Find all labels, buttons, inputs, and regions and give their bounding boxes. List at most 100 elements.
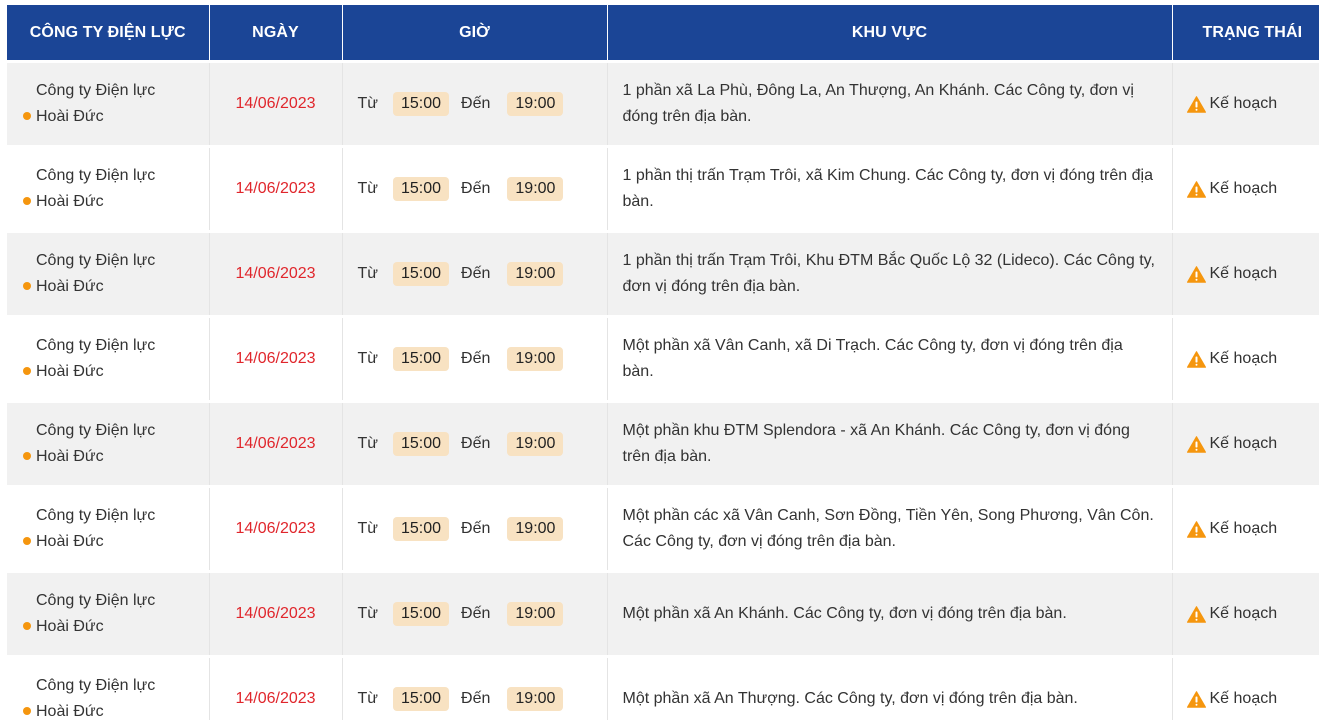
orange-dot-icon [23,707,31,715]
table-header: CÔNG TY ĐIỆN LỰC NGÀY GIỜ KHU VỰC TRẠNG … [7,5,1319,62]
company-name-line2: Hoài Đức [36,193,104,210]
area-cell: 1 phần xã La Phù, Đông La, An Thượng, An… [607,60,1173,147]
company-name-line1: Công ty Điện lực [36,167,156,184]
outage-date: 14/06/2023 [235,180,316,197]
to-label: Đến [461,350,491,367]
orange-dot-icon [23,197,31,205]
date-cell: 14/06/2023 [209,400,343,487]
date-cell: 14/06/2023 [209,485,343,572]
start-time-badge: 15:00 [392,517,450,541]
from-label: Từ [357,520,378,537]
to-label: Đến [461,690,491,707]
warning-triangle-icon [1186,265,1206,283]
orange-dot-icon [23,537,31,545]
start-time-badge: 15:00 [392,432,450,456]
date-cell: 14/06/2023 [209,145,343,232]
status-label: Kế hoạch [1209,690,1278,707]
column-header-status: TRẠNG THÁI [1172,5,1319,62]
start-time-badge: 15:00 [392,92,450,116]
status-cell: Kế hoạch [1172,485,1319,572]
warning-triangle-icon [1186,435,1206,453]
outage-schedule-table: CÔNG TY ĐIỆN LỰC NGÀY GIỜ KHU VỰC TRẠNG … [7,5,1319,720]
table-row: Công ty Điện lực Hoài Đức 14/06/2023 Từ … [7,655,1319,720]
company-name-line1: Công ty Điện lực [36,252,156,269]
status-cell: Kế hoạch [1172,145,1319,232]
to-label: Đến [461,605,491,622]
end-time-badge: 19:00 [507,92,564,116]
company-name-line2: Hoài Đức [36,363,104,380]
start-time-badge: 15:00 [392,177,450,201]
status-cell: Kế hoạch [1172,655,1319,720]
area-description: Một phần các xã Vân Canh, Sơn Đồng, Tiền… [622,507,1154,550]
status-label: Kế hoạch [1209,180,1278,197]
to-label: Đến [461,520,491,537]
time-cell: Từ 15:00 Đến 19:00 [342,315,608,402]
company-name-line2: Hoài Đức [36,278,104,295]
column-header-area: KHU VỰC [607,5,1173,62]
start-time-badge: 15:00 [392,602,450,626]
date-cell: 14/06/2023 [209,230,343,317]
outage-date: 14/06/2023 [235,690,316,707]
to-label: Đến [461,435,491,452]
area-description: Một phần khu ĐTM Splendora - xã An Khánh… [622,422,1130,465]
warning-triangle-icon [1186,350,1206,368]
table-row: Công ty Điện lực Hoài Đức 14/06/2023 Từ … [7,145,1319,232]
time-cell: Từ 15:00 Đến 19:00 [342,400,608,487]
warning-triangle-icon [1186,520,1206,538]
outage-date: 14/06/2023 [235,435,316,452]
time-cell: Từ 15:00 Đến 19:00 [342,570,608,657]
area-description: 1 phần xã La Phù, Đông La, An Thượng, An… [622,82,1134,125]
company-cell: Công ty Điện lực Hoài Đức [7,400,210,487]
table-body: Công ty Điện lực Hoài Đức 14/06/2023 Từ … [7,60,1319,720]
from-label: Từ [357,435,378,452]
area-cell: Một phần xã Vân Canh, xã Di Trạch. Các C… [607,315,1173,402]
outage-date: 14/06/2023 [235,95,316,112]
company-cell: Công ty Điện lực Hoài Đức [7,315,210,402]
warning-triangle-icon [1186,605,1206,623]
company-name-line2: Hoài Đức [36,533,104,550]
from-label: Từ [357,690,378,707]
company-cell: Công ty Điện lực Hoài Đức [7,145,210,232]
time-cell: Từ 15:00 Đến 19:00 [342,145,608,232]
area-cell: Một phần các xã Vân Canh, Sơn Đồng, Tiền… [607,485,1173,572]
outage-date: 14/06/2023 [235,265,316,282]
orange-dot-icon [23,622,31,630]
orange-dot-icon [23,367,31,375]
area-description: Một phần xã An Khánh. Các Công ty, đơn v… [622,605,1067,622]
company-name-line2: Hoài Đức [36,703,104,720]
company-name-line1: Công ty Điện lực [36,677,156,694]
status-cell: Kế hoạch [1172,315,1319,402]
from-label: Từ [357,350,378,367]
company-cell: Công ty Điện lực Hoài Đức [7,570,210,657]
company-name-line1: Công ty Điện lực [36,82,156,99]
start-time-badge: 15:00 [392,687,450,711]
outage-schedule-page: CÔNG TY ĐIỆN LỰC NGÀY GIỜ KHU VỰC TRẠNG … [0,0,1319,720]
company-name-line2: Hoài Đức [36,448,104,465]
orange-dot-icon [23,452,31,460]
company-name-line2: Hoài Đức [36,618,104,635]
to-label: Đến [461,180,491,197]
outage-date: 14/06/2023 [235,350,316,367]
area-description: 1 phần thị trấn Trạm Trôi, Khu ĐTM Bắc Q… [622,252,1155,295]
table-row: Công ty Điện lực Hoài Đức 14/06/2023 Từ … [7,570,1319,657]
outage-date: 14/06/2023 [235,605,316,622]
area-cell: 1 phần thị trấn Trạm Trôi, xã Kim Chung.… [607,145,1173,232]
column-header-company: CÔNG TY ĐIỆN LỰC [7,5,210,62]
status-cell: Kế hoạch [1172,230,1319,317]
end-time-badge: 19:00 [507,517,564,541]
status-cell: Kế hoạch [1172,60,1319,147]
end-time-badge: 19:00 [507,262,564,286]
company-cell: Công ty Điện lực Hoài Đức [7,60,210,147]
status-label: Kế hoạch [1209,265,1278,282]
outage-date: 14/06/2023 [235,520,316,537]
from-label: Từ [357,265,378,282]
area-cell: Một phần xã An Thượng. Các Công ty, đơn … [607,655,1173,720]
company-cell: Công ty Điện lực Hoài Đức [7,230,210,317]
orange-dot-icon [23,282,31,290]
end-time-badge: 19:00 [507,347,564,371]
date-cell: 14/06/2023 [209,655,343,720]
orange-dot-icon [23,112,31,120]
warning-triangle-icon [1186,690,1206,708]
status-label: Kế hoạch [1209,95,1278,112]
company-cell: Công ty Điện lực Hoài Đức [7,655,210,720]
